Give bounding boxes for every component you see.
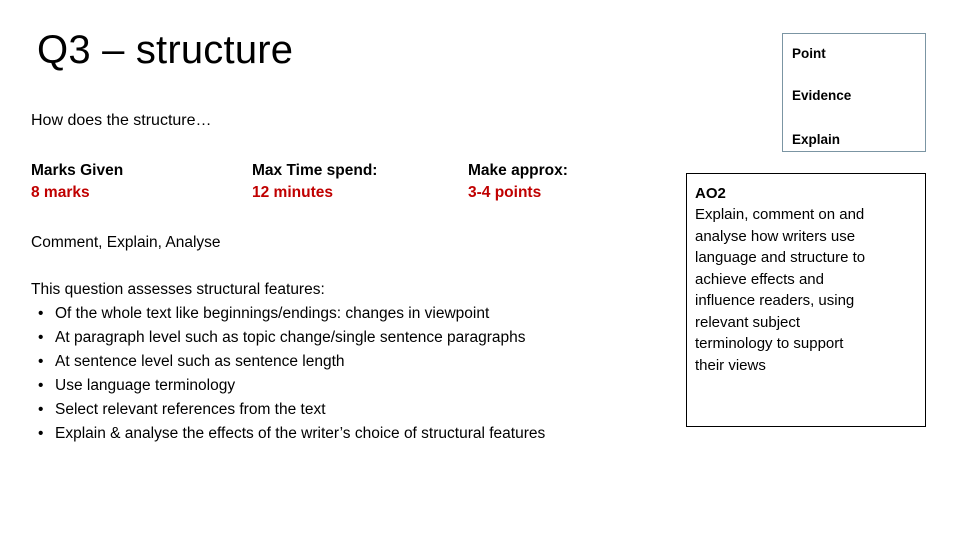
ao-description-line: relevant subject	[695, 313, 801, 331]
bullet-icon: •	[38, 329, 44, 346]
exam-info-label: Make approx:	[468, 162, 568, 179]
exam-info-column-time: Max Time spend: 12 minutes	[252, 160, 377, 204]
list-item-label: Use language terminology	[55, 377, 236, 394]
ao-description-line: language and structure to	[695, 249, 866, 266]
exam-info-value: 8 marks	[31, 184, 90, 201]
skills-line: Comment, Explain, Analyse	[31, 234, 221, 251]
bullet-icon: •	[38, 377, 44, 394]
body-block: This question assesses structural featur…	[31, 278, 671, 446]
assessment-objective-description: Explain, comment on and analyse how writ…	[695, 204, 915, 376]
pee-item-evidence: Evidence	[792, 88, 852, 103]
exam-info-row: Marks Given 8 marks Max Time spend: 12 m…	[31, 160, 671, 210]
list-item-label: Of the whole text like beginnings/ending…	[55, 305, 490, 322]
body-intro: This question assesses structural featur…	[31, 281, 325, 298]
assessment-objective-box: AO2 Explain, comment on and analyse how …	[686, 173, 926, 427]
slide-canvas: Q3 – structure How does the structure… M…	[0, 0, 960, 540]
list-item: • Of the whole text like beginnings/endi…	[31, 302, 671, 326]
bullet-icon: •	[38, 353, 44, 370]
list-item-label: At paragraph level such as topic change/…	[55, 329, 526, 346]
question-prompt: How does the structure…	[31, 112, 212, 129]
list-item-label: Select relevant references from the text	[55, 401, 326, 418]
list-item: • At paragraph level such as topic chang…	[31, 326, 671, 350]
pee-item-explain: Explain	[792, 132, 841, 147]
structural-features-list: • Of the whole text like beginnings/endi…	[31, 302, 671, 446]
pee-structure-box: Point Evidence Explain	[782, 33, 926, 152]
ao-description-line: influence readers, using	[695, 292, 855, 309]
exam-info-value: 12 minutes	[252, 184, 333, 201]
list-item: • Select relevant references from the te…	[31, 398, 671, 422]
bullet-icon: •	[38, 305, 44, 322]
exam-info-value: 3-4 points	[468, 184, 542, 201]
bullet-icon: •	[38, 401, 44, 418]
list-item: • Use language terminology	[31, 374, 671, 398]
assessment-objective-content: AO2 Explain, comment on and analyse how …	[695, 183, 915, 376]
ao-description-line: Explain, comment on and	[695, 206, 865, 223]
pee-item-point: Point	[792, 46, 826, 61]
assessment-objective-code: AO2	[695, 185, 726, 202]
bullet-icon: •	[38, 425, 44, 442]
exam-info-column-marks: Marks Given 8 marks	[31, 160, 123, 204]
ao-description-line: their views	[695, 356, 766, 374]
exam-info-column-points: Make approx: 3-4 points	[468, 160, 568, 204]
list-item-label: Explain & analyse the effects of the wri…	[55, 425, 546, 442]
ao-description-line: analyse how writers use	[695, 227, 856, 245]
list-item: • At sentence level such as sentence len…	[31, 350, 671, 374]
exam-info-label: Max Time spend:	[252, 162, 378, 179]
ao-description-line: terminology to support	[695, 335, 844, 352]
page-title: Q3 – structure	[37, 28, 294, 72]
list-item: • Explain & analyse the effects of the w…	[31, 422, 671, 446]
list-item-label: At sentence level such as sentence lengt…	[55, 353, 345, 370]
ao-description-line: achieve effects and	[695, 270, 824, 288]
exam-info-label: Marks Given	[31, 162, 124, 179]
